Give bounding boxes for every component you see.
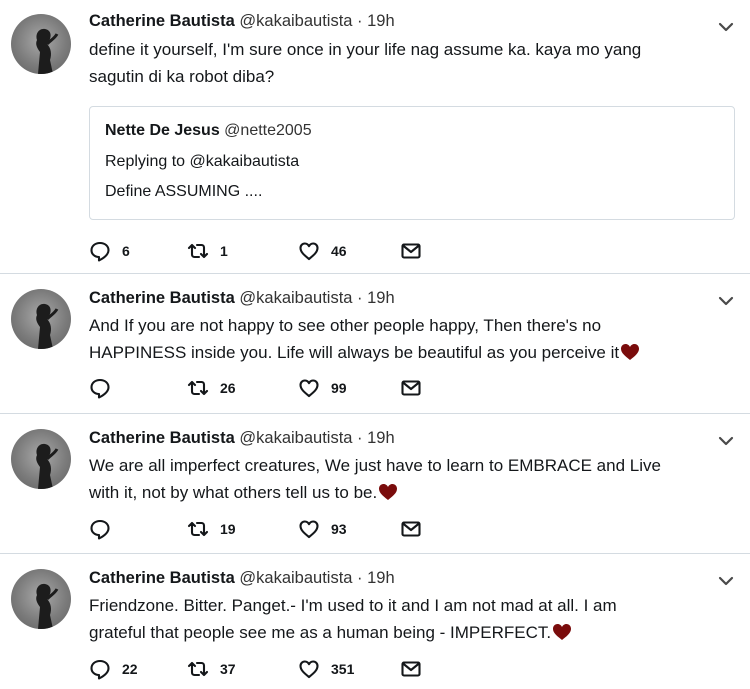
direct-message-button[interactable]: [400, 240, 422, 262]
quoted-tweet-author: Nette De Jesus @nette2005: [105, 121, 312, 141]
tweet[interactable]: Catherine Bautista @kakaibautista · 19h …: [0, 274, 750, 414]
tweet-text-line: Friendzone. Bitter. Panget.- I'm used to…: [89, 596, 617, 615]
tweet-header: Catherine Bautista @kakaibautista · 19h: [89, 568, 395, 588]
tweet-text-line: with it, not by what others tell us to b…: [89, 479, 709, 506]
reply-count: 6: [122, 243, 130, 259]
tweet-header: Catherine Bautista @kakaibautista · 19h: [89, 428, 395, 448]
tweet-text: Friendzone. Bitter. Panget.- I'm used to…: [89, 592, 709, 646]
speech-bubble-icon: [90, 519, 110, 540]
quoted-replying-to: Replying to @kakaibautista: [105, 153, 300, 170]
tweet-text-line: We are all imperfect creatures, We just …: [89, 456, 661, 475]
author-name[interactable]: Catherine Bautista: [89, 289, 235, 307]
author-handle[interactable]: @kakaibautista: [239, 12, 352, 30]
envelope-icon: [401, 243, 421, 259]
tweet-text-line: define it yourself, I'm sure once in you…: [89, 40, 642, 59]
chevron-down-icon[interactable]: [717, 432, 735, 450]
tweet-text-line: sagutin di ka robot diba?: [89, 67, 275, 86]
like-count: 93: [331, 521, 347, 537]
reply-count: 22: [122, 661, 138, 677]
retweet-arrows-icon: [187, 243, 209, 259]
retweet-arrows-icon: [187, 521, 209, 537]
retweet-arrows-icon: [187, 661, 209, 677]
like-button[interactable]: 99: [298, 377, 347, 399]
direct-message-button[interactable]: [400, 518, 422, 540]
dark-red-heart-emoji: [379, 484, 398, 500]
author-handle[interactable]: @kakaibautista: [239, 429, 352, 447]
dark-red-heart-emoji: [553, 624, 572, 640]
envelope-icon: [401, 661, 421, 677]
quoted-author-name: Nette De Jesus: [105, 122, 220, 139]
tweet-text: define it yourself, I'm sure once in you…: [89, 36, 709, 90]
like-count: 46: [331, 243, 347, 259]
heart-outline-icon: [299, 520, 319, 539]
like-count: 351: [331, 661, 355, 677]
like-count: 99: [331, 380, 347, 396]
like-button[interactable]: 46: [298, 240, 347, 262]
direct-message-button[interactable]: [400, 658, 422, 680]
retweet-arrows-icon: [187, 380, 209, 396]
retweet-button[interactable]: 19: [187, 518, 236, 540]
quoted-tweet-text: Define ASSUMING ....: [105, 183, 263, 200]
tweet-text: And If you are not happy to see other pe…: [89, 312, 709, 366]
tweet-actions: 6 1 46: [89, 240, 449, 264]
reply-button[interactable]: [89, 518, 122, 540]
heart-outline-icon: [299, 242, 319, 261]
chevron-down-icon[interactable]: [717, 292, 735, 310]
chevron-down-icon[interactable]: [717, 18, 735, 36]
reply-button[interactable]: 6: [89, 240, 130, 262]
author-name[interactable]: Catherine Bautista: [89, 12, 235, 30]
tweet-actions: 26 99: [89, 377, 449, 401]
timestamp[interactable]: · 19h: [357, 569, 395, 587]
avatar-silhouette-icon: [36, 583, 59, 629]
retweet-count: 1: [220, 243, 228, 259]
retweet-count: 19: [220, 521, 236, 537]
avatar[interactable]: [11, 14, 71, 74]
author-name[interactable]: Catherine Bautista: [89, 569, 235, 587]
tweet-text: We are all imperfect creatures, We just …: [89, 452, 709, 506]
tweet-text-line: And If you are not happy to see other pe…: [89, 316, 602, 335]
timestamp[interactable]: · 19h: [357, 12, 395, 30]
avatar-silhouette-icon: [36, 28, 59, 74]
tweet-actions: 22 37 351: [89, 658, 449, 682]
quoted-author-handle: @nette2005: [224, 122, 312, 139]
retweet-count: 37: [220, 661, 236, 677]
avatar[interactable]: [11, 569, 71, 629]
heart-outline-icon: [299, 379, 319, 398]
retweet-button[interactable]: 1: [187, 240, 228, 262]
dark-red-heart-emoji: [621, 344, 640, 360]
tweet[interactable]: Catherine Bautista @kakaibautista · 19h …: [0, 0, 750, 274]
retweet-count: 26: [220, 380, 236, 396]
timestamp[interactable]: · 19h: [357, 429, 395, 447]
avatar-silhouette-icon: [36, 443, 59, 489]
envelope-icon: [401, 380, 421, 396]
avatar[interactable]: [11, 289, 71, 349]
heart-outline-icon: [299, 660, 319, 679]
quoted-tweet[interactable]: Nette De Jesus @nette2005 Replying to @k…: [89, 106, 735, 220]
tweet[interactable]: Catherine Bautista @kakaibautista · 19h …: [0, 414, 750, 554]
author-handle[interactable]: @kakaibautista: [239, 569, 352, 587]
speech-bubble-icon: [90, 659, 110, 680]
tweet-actions: 19 93: [89, 518, 449, 542]
retweet-button[interactable]: 37: [187, 658, 236, 680]
reply-button[interactable]: 22: [89, 658, 138, 680]
retweet-button[interactable]: 26: [187, 377, 236, 399]
author-handle[interactable]: @kakaibautista: [239, 289, 352, 307]
direct-message-button[interactable]: [400, 377, 422, 399]
tweet-header: Catherine Bautista @kakaibautista · 19h: [89, 288, 395, 308]
tweet-header: Catherine Bautista @kakaibautista · 19h: [89, 11, 395, 31]
author-name[interactable]: Catherine Bautista: [89, 429, 235, 447]
tweet[interactable]: Catherine Bautista @kakaibautista · 19h …: [0, 554, 750, 689]
chevron-down-icon[interactable]: [717, 572, 735, 590]
avatar-silhouette-icon: [36, 303, 59, 349]
speech-bubble-icon: [90, 241, 110, 262]
tweet-text-line: HAPPINESS inside you. Life will always b…: [89, 339, 709, 366]
speech-bubble-icon: [90, 378, 110, 399]
timestamp[interactable]: · 19h: [357, 289, 395, 307]
avatar[interactable]: [11, 429, 71, 489]
like-button[interactable]: 351: [298, 658, 354, 680]
like-button[interactable]: 93: [298, 518, 347, 540]
envelope-icon: [401, 521, 421, 537]
reply-button[interactable]: [89, 377, 122, 399]
tweet-text-line: grateful that people see me as a human b…: [89, 619, 709, 646]
